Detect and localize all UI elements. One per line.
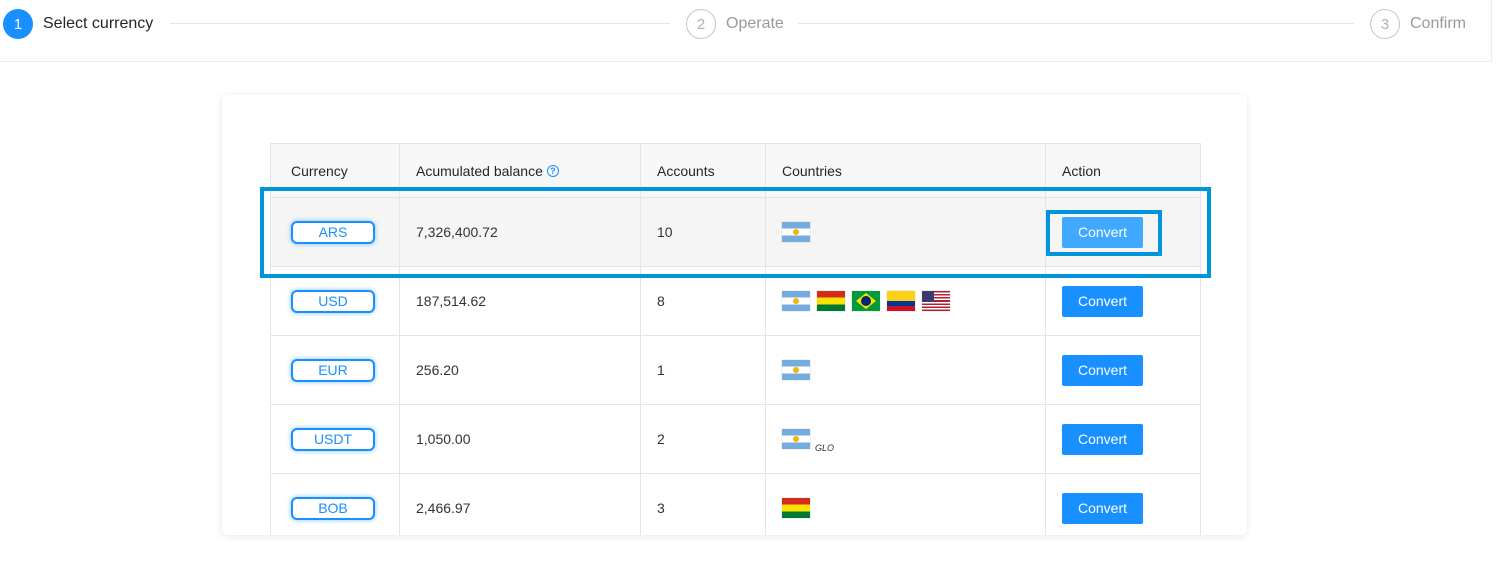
header-balance-label: Acumulated balance <box>416 162 543 179</box>
currency-cell: USD <box>271 267 400 335</box>
convert-button[interactable]: Convert <box>1062 492 1143 524</box>
currency-cell: ARS <box>271 198 400 266</box>
argentina-flag-icon <box>782 291 810 311</box>
step-number: 3 <box>1370 9 1400 39</box>
action-cell: Convert <box>1046 336 1198 404</box>
step-connector <box>170 23 670 24</box>
currency-tag[interactable]: USDT <box>291 427 375 451</box>
balance-cell: 7,326,400.72 <box>400 198 641 266</box>
step-confirm[interactable]: 3 Confirm <box>1370 7 1466 41</box>
currency-card: Currency Acumulated balance ? Accounts C… <box>222 95 1247 535</box>
accounts-cell: 3 <box>641 474 766 535</box>
action-cell: Convert <box>1046 405 1198 473</box>
countries-cell <box>766 198 1046 266</box>
global-label: GLO <box>815 443 835 453</box>
balance-cell: 187,514.62 <box>400 267 641 335</box>
currency-cell: EUR <box>271 336 400 404</box>
countries-cell <box>766 267 1046 335</box>
table-row: USD 187,514.62 8 Convert <box>271 267 1200 336</box>
currency-cell: BOB <box>271 474 400 535</box>
header-action: Action <box>1062 162 1101 179</box>
currency-tag[interactable]: USD <box>291 289 375 313</box>
header-balance: Acumulated balance ? <box>400 144 641 197</box>
countries-cell <box>766 336 1046 404</box>
step-connector <box>798 23 1354 24</box>
header-countries: Countries <box>766 144 1046 197</box>
argentina-flag-icon <box>782 360 810 380</box>
balance-cell: 1,050.00 <box>400 405 641 473</box>
balance-cell: 2,466.97 <box>400 474 641 535</box>
step-operate[interactable]: 2 Operate <box>686 7 784 41</box>
argentina-flag-icon <box>782 222 810 242</box>
step-label: Confirm <box>1410 15 1467 32</box>
convert-button[interactable]: Convert <box>1062 285 1143 317</box>
accounts-cell: 1 <box>641 336 766 404</box>
action-cell: Convert <box>1046 267 1198 335</box>
colombia-flag-icon <box>887 291 915 311</box>
table-row: ARS 7,326,400.72 10 Convert <box>271 198 1200 267</box>
stepper: 1 Select currency 2 Operate 3 Confirm <box>0 0 1492 62</box>
currency-tag[interactable]: ARS <box>291 220 375 244</box>
currency-table: Currency Acumulated balance ? Accounts C… <box>270 143 1201 535</box>
bolivia-flag-icon <box>782 498 810 518</box>
step-label: Select currency <box>43 15 154 32</box>
accounts-cell: 10 <box>641 198 766 266</box>
accounts-cell: 8 <box>641 267 766 335</box>
step-number: 1 <box>3 9 33 39</box>
header-accounts: Accounts <box>641 144 766 197</box>
argentina-flag-icon <box>782 429 810 449</box>
currency-tag[interactable]: BOB <box>291 496 375 520</box>
convert-button[interactable]: Convert <box>1062 216 1143 248</box>
action-cell: Convert <box>1046 198 1198 266</box>
step-label: Operate <box>726 15 784 32</box>
table-row: USDT 1,050.00 2 GLO Convert <box>271 405 1200 474</box>
header-currency: Currency <box>271 144 400 197</box>
action-cell: Convert <box>1046 474 1198 535</box>
bolivia-flag-icon <box>817 291 845 311</box>
step-number: 2 <box>686 9 716 39</box>
balance-cell: 256.20 <box>400 336 641 404</box>
convert-button[interactable]: Convert <box>1062 354 1143 386</box>
currency-cell: USDT <box>271 405 400 473</box>
usa-flag-icon <box>922 291 950 311</box>
table-row: BOB 2,466.97 3 Convert <box>271 474 1200 535</box>
table-row: EUR 256.20 1 Convert <box>271 336 1200 405</box>
step-select-currency[interactable]: 1 Select currency <box>3 7 153 41</box>
convert-button[interactable]: Convert <box>1062 423 1143 455</box>
accounts-cell: 2 <box>641 405 766 473</box>
countries-cell: GLO <box>766 405 1046 473</box>
currency-tag[interactable]: EUR <box>291 358 375 382</box>
table-header: Currency Acumulated balance ? Accounts C… <box>271 144 1200 198</box>
help-icon[interactable]: ? <box>546 164 559 177</box>
brazil-flag-icon <box>852 291 880 311</box>
countries-cell <box>766 474 1046 535</box>
